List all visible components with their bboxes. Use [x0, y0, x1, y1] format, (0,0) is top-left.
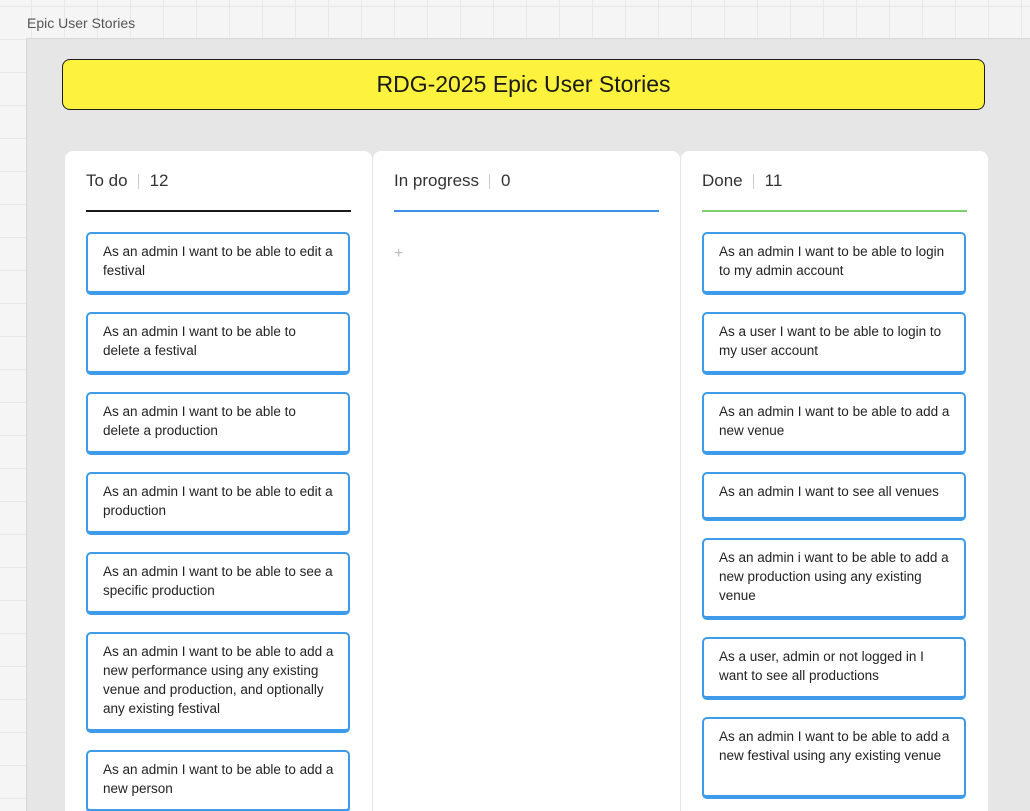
- add-card-icon[interactable]: +: [394, 245, 403, 263]
- column-header[interactable]: To do 12: [86, 171, 169, 191]
- column-todo: To do 12 As an admin I want to be able t…: [65, 151, 372, 811]
- column-count: 11: [764, 171, 783, 190]
- column-separator: [489, 173, 491, 189]
- column-title: To do: [86, 171, 128, 190]
- whiteboard-canvas[interactable]: Epic User Stories RDG-2025 Epic User Sto…: [0, 0, 1030, 811]
- story-card[interactable]: As an admin I want to be able to see a s…: [86, 552, 350, 615]
- column-header[interactable]: Done 11: [702, 171, 782, 191]
- story-card[interactable]: As an admin I want to be able to edit a …: [86, 472, 350, 535]
- story-card[interactable]: As an admin I want to be able to add a n…: [86, 632, 350, 733]
- story-card[interactable]: As an admin I want to be able to add a n…: [702, 717, 966, 799]
- column-in-progress: In progress 0 +: [373, 151, 680, 811]
- column-accent-line: [702, 210, 967, 212]
- story-card[interactable]: As a user, admin or not logged in I want…: [702, 637, 966, 700]
- board-title[interactable]: RDG-2025 Epic User Stories: [62, 59, 985, 110]
- story-card[interactable]: As an admin I want to be able to add a n…: [702, 392, 966, 455]
- column-separator: [137, 173, 139, 189]
- frame-label[interactable]: Epic User Stories: [27, 15, 135, 31]
- story-card[interactable]: As a user I want to be able to login to …: [702, 312, 966, 375]
- story-card[interactable]: As an admin i want to be able to add a n…: [702, 538, 966, 620]
- column-count: 0: [501, 171, 511, 190]
- story-card[interactable]: As an admin I want to be able to delete …: [86, 392, 350, 455]
- column-done: Done 11 As an admin I want to be able to…: [681, 151, 988, 811]
- column-separator: [752, 173, 754, 189]
- story-card[interactable]: As an admin I want to be able to edit a …: [86, 232, 350, 295]
- column-header[interactable]: In progress 0: [394, 171, 511, 191]
- column-accent-line: [394, 210, 659, 212]
- column-count: 12: [149, 171, 169, 190]
- column-accent-line: [86, 210, 351, 212]
- story-card[interactable]: As an admin I want to be able to add a n…: [86, 750, 350, 811]
- column-title: Done: [702, 171, 743, 190]
- story-card[interactable]: As an admin I want to be able to login t…: [702, 232, 966, 295]
- story-card[interactable]: As an admin I want to be able to delete …: [86, 312, 350, 375]
- story-card[interactable]: As an admin I want to see all venues: [702, 472, 966, 521]
- column-title: In progress: [394, 171, 480, 190]
